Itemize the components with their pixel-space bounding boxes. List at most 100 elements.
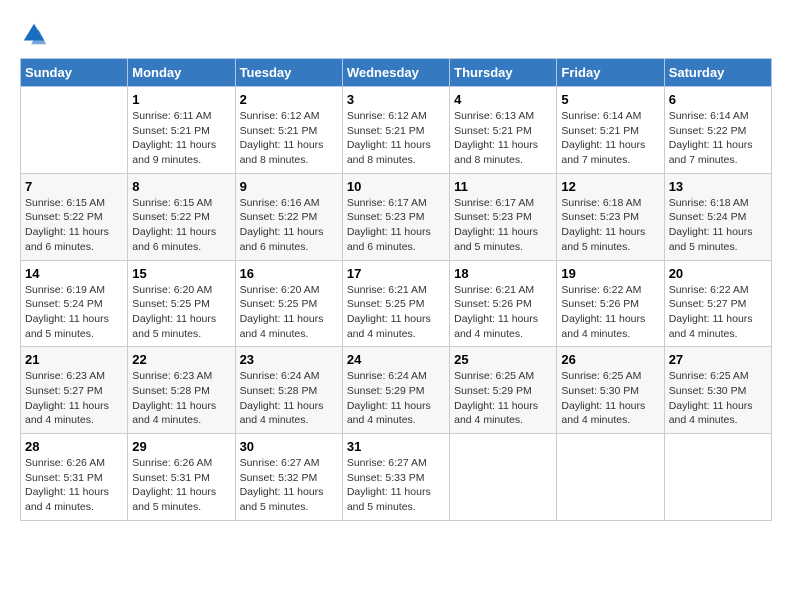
day-number: 31: [347, 439, 445, 454]
day-info: Sunrise: 6:27 AMSunset: 5:33 PMDaylight:…: [347, 456, 445, 515]
calendar-cell: [557, 434, 664, 521]
calendar-cell: 10 Sunrise: 6:17 AMSunset: 5:23 PMDayligh…: [342, 173, 449, 260]
header-day-thursday: Thursday: [450, 59, 557, 87]
calendar-week-5: 28 Sunrise: 6:26 AMSunset: 5:31 PMDayligh…: [21, 434, 772, 521]
day-number: 13: [669, 179, 767, 194]
day-number: 23: [240, 352, 338, 367]
calendar-cell: 26 Sunrise: 6:25 AMSunset: 5:30 PMDayligh…: [557, 347, 664, 434]
logo-icon: [20, 20, 48, 48]
day-number: 22: [132, 352, 230, 367]
day-number: 15: [132, 266, 230, 281]
calendar-cell: 5 Sunrise: 6:14 AMSunset: 5:21 PMDaylight…: [557, 87, 664, 174]
calendar-cell: 27 Sunrise: 6:25 AMSunset: 5:30 PMDayligh…: [664, 347, 771, 434]
calendar-cell: 8Sunrise: 6:15 AMSunset: 5:22 PMDaylight…: [128, 173, 235, 260]
day-number: 5: [561, 92, 659, 107]
calendar-cell: 23 Sunrise: 6:24 AMSunset: 5:28 PMDayligh…: [235, 347, 342, 434]
day-info: Sunrise: 6:22 AMSunset: 5:27 PMDaylight:…: [669, 283, 767, 342]
calendar-cell: 19 Sunrise: 6:22 AMSunset: 5:26 PMDayligh…: [557, 260, 664, 347]
calendar-cell: 24 Sunrise: 6:24 AMSunset: 5:29 PMDayligh…: [342, 347, 449, 434]
logo: [20, 20, 50, 48]
day-info: Sunrise: 6:25 AMSunset: 5:29 PMDaylight:…: [454, 369, 552, 428]
calendar-cell: 25 Sunrise: 6:25 AMSunset: 5:29 PMDayligh…: [450, 347, 557, 434]
calendar-cell: 7Sunrise: 6:15 AMSunset: 5:22 PMDaylight…: [21, 173, 128, 260]
calendar-cell: 2Sunrise: 6:12 AMSunset: 5:21 PMDaylight…: [235, 87, 342, 174]
day-info: Sunrise: 6:20 AMSunset: 5:25 PMDaylight:…: [240, 283, 338, 342]
day-info: Sunrise: 6:23 AMSunset: 5:28 PMDaylight:…: [132, 369, 230, 428]
day-number: 19: [561, 266, 659, 281]
day-info: Sunrise: 6:12 AMSunset: 5:21 PMDaylight:…: [347, 109, 445, 168]
day-info: Sunrise: 6:18 AMSunset: 5:23 PMDaylight:…: [561, 196, 659, 255]
day-info: Sunrise: 6:16 AMSunset: 5:22 PMDaylight:…: [240, 196, 338, 255]
day-number: 6: [669, 92, 767, 107]
calendar-cell: 28 Sunrise: 6:26 AMSunset: 5:31 PMDayligh…: [21, 434, 128, 521]
header-day-wednesday: Wednesday: [342, 59, 449, 87]
day-info: Sunrise: 6:25 AMSunset: 5:30 PMDaylight:…: [669, 369, 767, 428]
calendar-cell: [21, 87, 128, 174]
day-number: 3: [347, 92, 445, 107]
day-number: 20: [669, 266, 767, 281]
day-info: Sunrise: 6:11 AMSunset: 5:21 PMDaylight:…: [132, 109, 230, 168]
day-number: 4: [454, 92, 552, 107]
calendar-cell: [664, 434, 771, 521]
calendar-week-4: 21Sunrise: 6:23 AMSunset: 5:27 PMDayligh…: [21, 347, 772, 434]
calendar-cell: 31 Sunrise: 6:27 AMSunset: 5:33 PMDayligh…: [342, 434, 449, 521]
calendar-week-3: 14Sunrise: 6:19 AMSunset: 5:24 PMDayligh…: [21, 260, 772, 347]
day-number: 26: [561, 352, 659, 367]
calendar-cell: 21Sunrise: 6:23 AMSunset: 5:27 PMDayligh…: [21, 347, 128, 434]
day-info: Sunrise: 6:14 AMSunset: 5:22 PMDaylight:…: [669, 109, 767, 168]
header-day-saturday: Saturday: [664, 59, 771, 87]
day-info: Sunrise: 6:24 AMSunset: 5:29 PMDaylight:…: [347, 369, 445, 428]
day-info: Sunrise: 6:14 AMSunset: 5:21 PMDaylight:…: [561, 109, 659, 168]
day-number: 1: [132, 92, 230, 107]
calendar-cell: 15 Sunrise: 6:20 AMSunset: 5:25 PMDayligh…: [128, 260, 235, 347]
day-number: 25: [454, 352, 552, 367]
calendar-cell: 12 Sunrise: 6:18 AMSunset: 5:23 PMDayligh…: [557, 173, 664, 260]
day-number: 7: [25, 179, 123, 194]
calendar-header-row: SundayMondayTuesdayWednesdayThursdayFrid…: [21, 59, 772, 87]
day-info: Sunrise: 6:22 AMSunset: 5:26 PMDaylight:…: [561, 283, 659, 342]
day-number: 10: [347, 179, 445, 194]
header-day-sunday: Sunday: [21, 59, 128, 87]
day-info: Sunrise: 6:26 AMSunset: 5:31 PMDaylight:…: [132, 456, 230, 515]
day-number: 11: [454, 179, 552, 194]
day-number: 28: [25, 439, 123, 454]
calendar-week-2: 7 Sunrise: 6:15 AMSunset: 5:22 PMDaylight…: [21, 173, 772, 260]
calendar-cell: 16 Sunrise: 6:20 AMSunset: 5:25 PMDayligh…: [235, 260, 342, 347]
day-number: 27: [669, 352, 767, 367]
calendar-cell: 29Sunrise: 6:26 AMSunset: 5:31 PMDayligh…: [128, 434, 235, 521]
day-number: 12: [561, 179, 659, 194]
day-number: 14: [25, 266, 123, 281]
calendar-cell: 22 Sunrise: 6:23 AMSunset: 5:28 PMDayligh…: [128, 347, 235, 434]
calendar-cell: 30 Sunrise: 6:27 AMSunset: 5:32 PMDayligh…: [235, 434, 342, 521]
day-info: Sunrise: 6:26 AMSunset: 5:31 PMDaylight:…: [25, 456, 123, 515]
day-info: Sunrise: 6:23 AMSunset: 5:27 PMDaylight:…: [25, 369, 123, 428]
calendar-cell: [450, 434, 557, 521]
header-day-tuesday: Tuesday: [235, 59, 342, 87]
calendar-cell: 9Sunrise: 6:16 AMSunset: 5:22 PMDaylight…: [235, 173, 342, 260]
day-info: Sunrise: 6:27 AMSunset: 5:32 PMDaylight:…: [240, 456, 338, 515]
calendar-cell: 4 Sunrise: 6:13 AMSunset: 5:21 PMDaylight…: [450, 87, 557, 174]
day-info: Sunrise: 6:13 AMSunset: 5:21 PMDaylight:…: [454, 109, 552, 168]
calendar-cell: 13 Sunrise: 6:18 AMSunset: 5:24 PMDayligh…: [664, 173, 771, 260]
calendar-cell: 14Sunrise: 6:19 AMSunset: 5:24 PMDayligh…: [21, 260, 128, 347]
day-info: Sunrise: 6:18 AMSunset: 5:24 PMDaylight:…: [669, 196, 767, 255]
day-info: Sunrise: 6:24 AMSunset: 5:28 PMDaylight:…: [240, 369, 338, 428]
calendar-cell: 3 Sunrise: 6:12 AMSunset: 5:21 PMDaylight…: [342, 87, 449, 174]
day-number: 30: [240, 439, 338, 454]
calendar-cell: 11Sunrise: 6:17 AMSunset: 5:23 PMDayligh…: [450, 173, 557, 260]
day-info: Sunrise: 6:17 AMSunset: 5:23 PMDaylight:…: [347, 196, 445, 255]
calendar-cell: 6 Sunrise: 6:14 AMSunset: 5:22 PMDaylight…: [664, 87, 771, 174]
calendar-cell: 17Sunrise: 6:21 AMSunset: 5:25 PMDayligh…: [342, 260, 449, 347]
page-header: [20, 20, 772, 48]
calendar-table: SundayMondayTuesdayWednesdayThursdayFrid…: [20, 58, 772, 521]
calendar-cell: 20 Sunrise: 6:22 AMSunset: 5:27 PMDayligh…: [664, 260, 771, 347]
day-number: 18: [454, 266, 552, 281]
day-info: Sunrise: 6:20 AMSunset: 5:25 PMDaylight:…: [132, 283, 230, 342]
calendar-cell: 18Sunrise: 6:21 AMSunset: 5:26 PMDayligh…: [450, 260, 557, 347]
header-day-monday: Monday: [128, 59, 235, 87]
day-number: 24: [347, 352, 445, 367]
day-info: Sunrise: 6:15 AMSunset: 5:22 PMDaylight:…: [132, 196, 230, 255]
day-number: 16: [240, 266, 338, 281]
header-day-friday: Friday: [557, 59, 664, 87]
day-info: Sunrise: 6:25 AMSunset: 5:30 PMDaylight:…: [561, 369, 659, 428]
